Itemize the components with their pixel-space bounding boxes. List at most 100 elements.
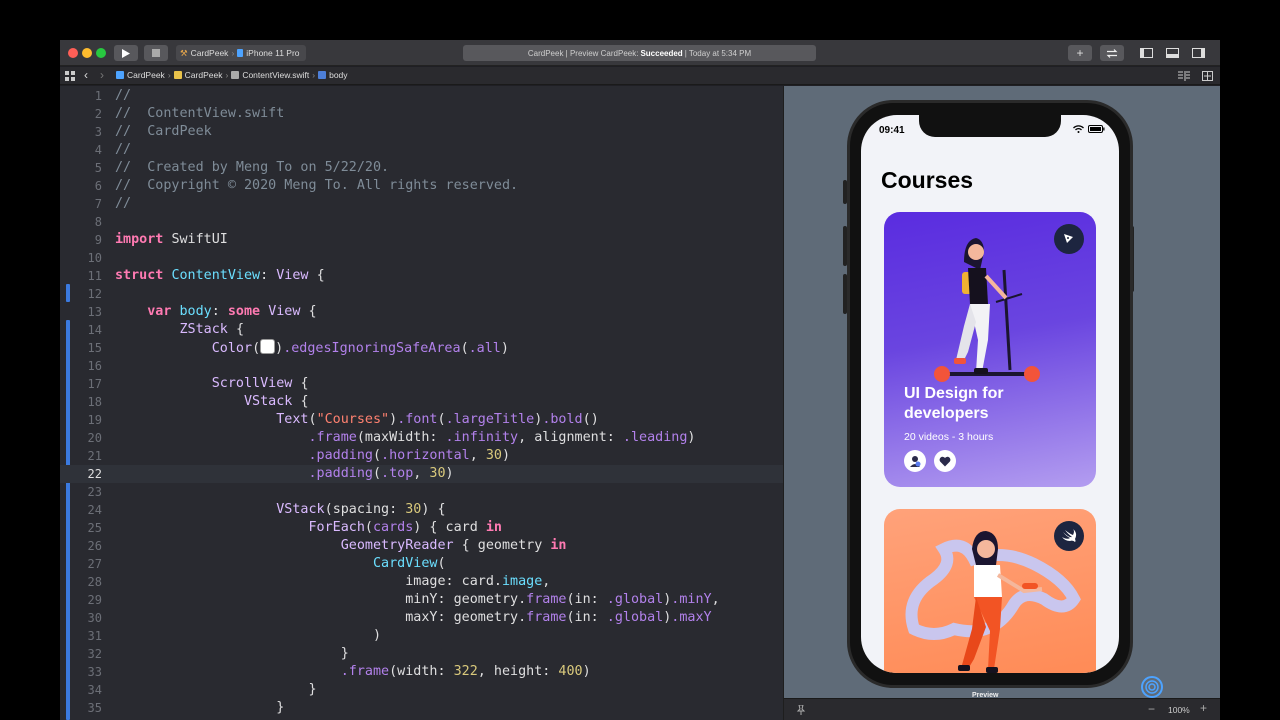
simulator-screen[interactable]: 09:41 Courses UI Design for developers 2… [861, 115, 1119, 673]
sidebar-right-icon [1191, 48, 1205, 58]
code-line: 21 .padding(.horizontal, 30) [87, 448, 511, 463]
adjust-editor-icon[interactable] [1178, 71, 1190, 81]
sidebar-left-icon [1139, 48, 1153, 58]
folder-icon [173, 71, 182, 79]
jump-bar: ‹ › CardPeek › CardPeek › ContentView.sw… [60, 67, 1220, 85]
activity-status: Succeeded [640, 48, 683, 58]
code-line: 14 ZStack { [87, 322, 244, 337]
close-window-button[interactable] [68, 48, 78, 58]
chevron-right-icon: › [312, 70, 316, 80]
back-chevron-icon[interactable]: ‹ [84, 68, 88, 82]
project-icon [116, 71, 124, 79]
property-icon [318, 71, 327, 79]
course-subtitle: 20 videos - 3 hours [904, 431, 994, 443]
author-avatar[interactable] [904, 450, 926, 472]
code-line: 7// [94, 196, 132, 211]
activity-time: | Today at 5:34 PM [684, 48, 752, 58]
toggle-navigator-button[interactable] [1134, 45, 1158, 61]
color-literal-swatch[interactable] [260, 339, 276, 354]
toggle-inspector-button[interactable] [1186, 45, 1210, 61]
code-line: 13 var body: some View { [87, 304, 317, 319]
live-preview-icon [1145, 680, 1159, 694]
code-line: 25 ForEach(cards) { card in [87, 520, 502, 535]
code-line: 1// [94, 88, 132, 103]
code-line: 10 [87, 251, 102, 265]
code-line: 19 Text("Courses").font(.largeTitle).bol… [87, 412, 599, 427]
breadcrumb: CardPeek › CardPeek › ContentView.swift … [116, 70, 348, 80]
code-line: 9 import SwiftUI [94, 232, 228, 247]
forward-chevron-icon[interactable]: › [100, 68, 104, 82]
code-editor[interactable]: 1// 2// ContentView.swift 3// CardPeek 4… [60, 86, 783, 720]
breadcrumb-file[interactable]: ContentView.swift [242, 70, 309, 80]
battery-icon [1088, 125, 1105, 133]
code-line-current: 22 .padding(.top, 30) [60, 465, 783, 483]
code-line: 23 [87, 485, 102, 499]
heart-icon [939, 456, 951, 466]
code-line: 15 Color().edgesIgnoringSafeArea(.all) [87, 339, 509, 356]
code-line: 26 GeometryReader { geometry in [87, 538, 567, 553]
code-line: 29 minY: geometry.frame(in: .global).min… [87, 592, 720, 607]
activity-viewer: CardPeek | Preview CardPeek: Succeeded |… [463, 45, 816, 61]
page-title: Courses [881, 167, 974, 193]
swift-file-icon [231, 71, 240, 79]
breadcrumb-project[interactable]: CardPeek [127, 70, 165, 80]
status-bar-time: 09:41 [879, 125, 905, 136]
scheme-app-icon: ⚒ [180, 47, 188, 58]
wifi-icon [1073, 125, 1084, 133]
pen-tool-icon [1064, 234, 1073, 243]
related-items-grid-icon[interactable] [65, 71, 75, 81]
run-button[interactable] [114, 45, 138, 61]
code-line: 18 VStack { [87, 394, 309, 409]
breadcrumb-symbol[interactable]: body [329, 70, 347, 80]
preview-canvas[interactable]: 09:41 Courses UI Design for developers 2… [783, 86, 1220, 720]
code-line: 11 struct ContentView: View { [87, 268, 325, 283]
chevron-right-icon: › [167, 70, 171, 80]
swap-arrows-icon [1106, 48, 1118, 58]
toggle-debug-area-button[interactable] [1160, 45, 1184, 61]
code-line: 31 ) [87, 628, 382, 643]
live-preview-button[interactable] [1141, 676, 1163, 698]
library-add-button[interactable]: + [1068, 45, 1092, 61]
minimize-window-button[interactable] [82, 48, 92, 58]
avatar-icon [910, 456, 921, 467]
code-review-button[interactable] [1100, 45, 1124, 61]
zoom-window-button[interactable] [96, 48, 106, 58]
course-card[interactable] [884, 509, 1096, 673]
panel-bottom-icon [1165, 48, 1179, 58]
favorite-button[interactable] [934, 450, 956, 472]
chevron-right-icon: › [225, 70, 229, 80]
code-line: 5// Created by Meng To on 5/22/20. [94, 160, 390, 175]
code-line: 12 [87, 287, 102, 301]
code-line: 8 [94, 215, 102, 229]
code-line: 28 image: card.image, [87, 574, 551, 589]
chevron-right-icon: › [231, 48, 235, 58]
stop-button[interactable] [144, 45, 168, 61]
code-line: 17 ScrollView { [87, 376, 309, 391]
code-line: 20 .frame(maxWidth: .infinity, alignment… [87, 430, 696, 445]
code-line: 34 } [87, 682, 317, 697]
zoom-level[interactable]: 100% [1168, 705, 1190, 715]
scheme-selector[interactable]: ⚒ CardPeek › iPhone 11 Pro [176, 45, 306, 61]
pin-icon[interactable] [796, 705, 806, 715]
canvas-bottom-bar: − 100% + [784, 698, 1220, 720]
split-editor-icon[interactable] [1202, 71, 1213, 81]
code-line: 6// Copyright © 2020 Meng To. All rights… [94, 178, 519, 193]
code-line: 32 } [87, 646, 349, 661]
course-card[interactable]: UI Design for developers 20 videos - 3 h… [884, 212, 1096, 487]
toolbar: ⚒ CardPeek › iPhone 11 Pro CardPeek | Pr… [60, 40, 1220, 66]
code-line: 33 .frame(width: 322, height: 400) [87, 664, 591, 679]
stop-icon [152, 49, 160, 57]
device-icon [237, 49, 244, 57]
iphone-device-frame: 09:41 Courses UI Design for developers 2… [847, 100, 1133, 688]
status-bar-indicators [1073, 125, 1105, 133]
code-line: 3// CardPeek [94, 124, 212, 139]
code-line: 30 maxY: geometry.frame(in: .global).max… [87, 610, 712, 625]
code-line: 16 [87, 359, 102, 373]
code-line: 35 } [87, 700, 285, 715]
code-line: 27 CardView( [87, 556, 446, 571]
zoom-out-button[interactable]: − [1148, 702, 1155, 716]
breadcrumb-group[interactable]: CardPeek [185, 70, 223, 80]
activity-prefix: CardPeek | Preview CardPeek: [527, 48, 639, 58]
zoom-in-button[interactable]: + [1200, 701, 1207, 715]
code-line: 24 VStack(spacing: 30) { [87, 502, 446, 517]
